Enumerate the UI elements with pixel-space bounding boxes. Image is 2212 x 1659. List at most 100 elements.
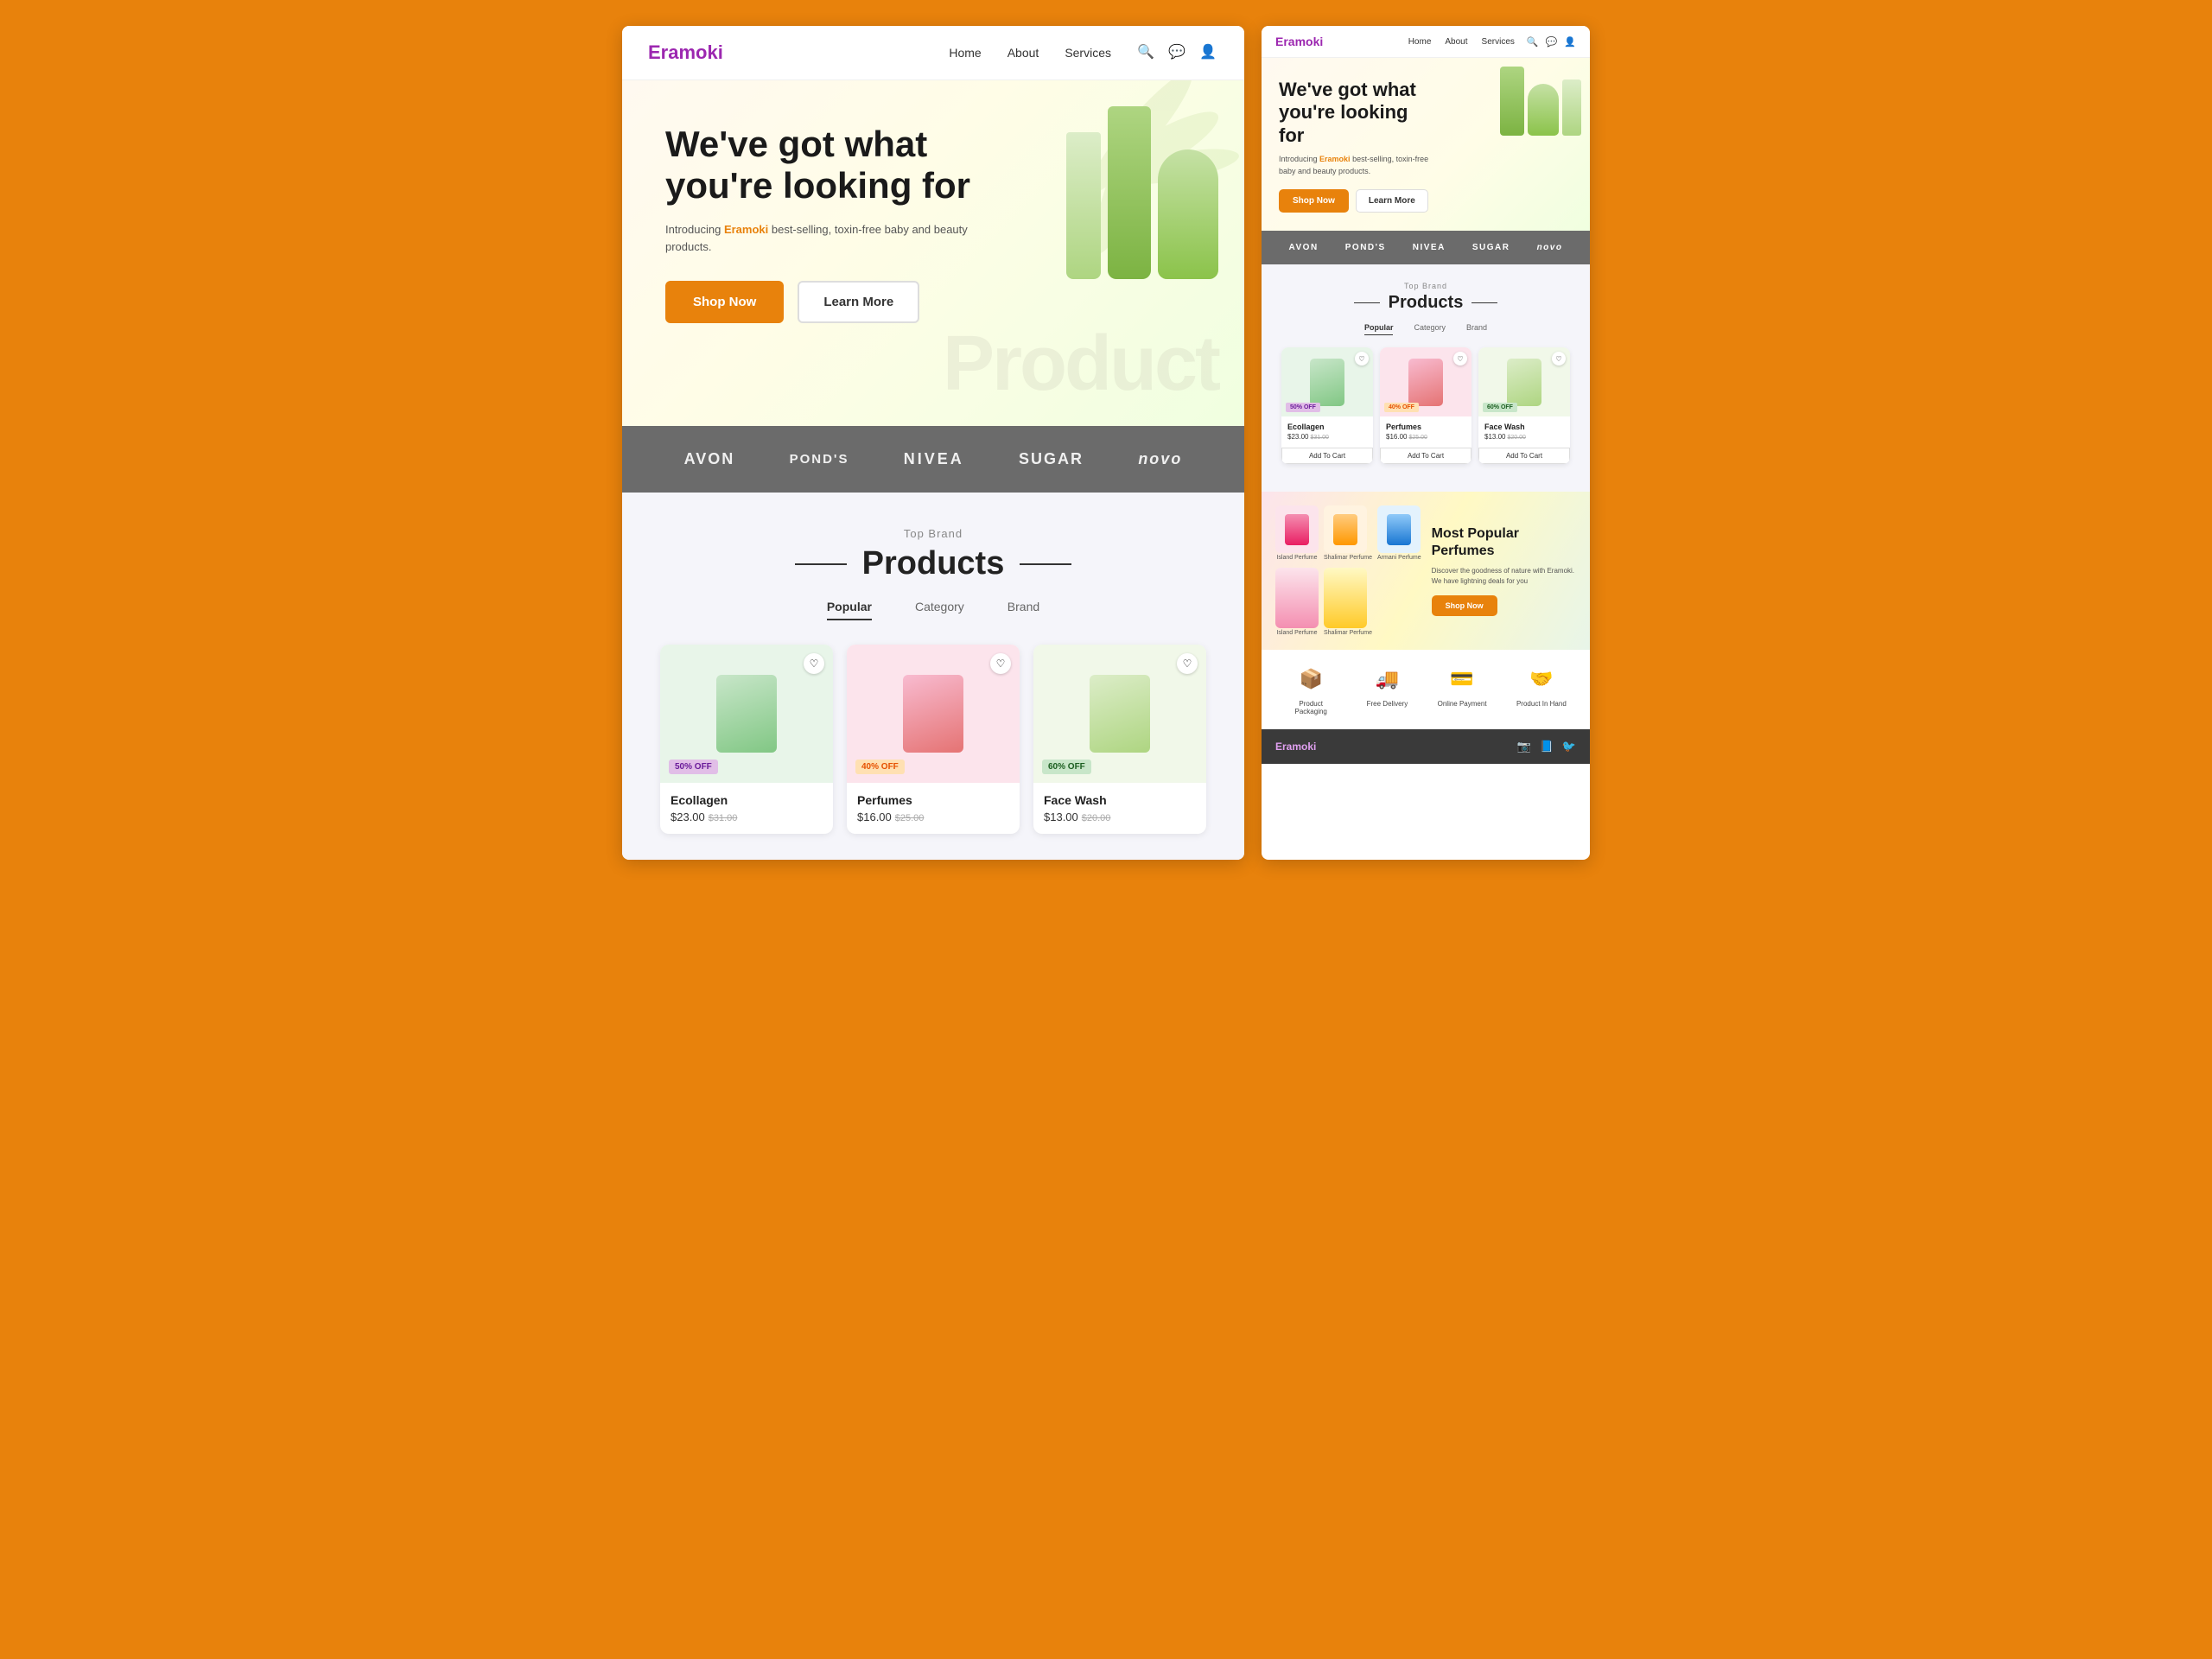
product-shape-face (1090, 675, 1150, 753)
right-nav-about[interactable]: About (1445, 37, 1467, 47)
right-learn-more-button[interactable]: Learn More (1356, 189, 1428, 213)
off-badge-perfumes: 40% OFF (855, 760, 905, 774)
right-heart-ecollagen[interactable]: ♡ (1355, 352, 1369, 365)
heart-button-ecollagen[interactable]: ♡ (804, 653, 824, 674)
feature-label-delivery: Free Delivery (1367, 700, 1408, 708)
right-card-img-facewash: 60% OFF ♡ (1478, 347, 1570, 416)
right-tab-popular[interactable]: Popular (1364, 323, 1394, 335)
right-add-cart-facewash[interactable]: Add To Cart (1478, 448, 1570, 464)
chat-icon[interactable]: 💬 (1168, 43, 1187, 62)
card-body-ecollagen: Ecollagen $23.00$31.00 (660, 783, 833, 834)
perfume-thumbs: Island Perfume Shalimar Perfume Armani P… (1275, 505, 1421, 636)
right-search-icon[interactable]: 🔍 (1527, 36, 1539, 48)
card-body-perfumes: Perfumes $16.00$25.00 (847, 783, 1020, 834)
right-brand-avon: AVON (1289, 243, 1319, 252)
right-brand-nivea: NIVEA (1413, 243, 1446, 252)
right-card-img-ecollagen: 50% OFF ♡ (1281, 347, 1373, 416)
perfume-top-row: Island Perfume Shalimar Perfume Armani P… (1275, 505, 1421, 561)
bottle-pump (1066, 132, 1101, 279)
logo: Eramoki (648, 41, 723, 64)
right-hero-title: We've got what you're looking for (1279, 79, 1434, 147)
right-add-cart-ecollagen[interactable]: Add To Cart (1281, 448, 1373, 464)
heart-button-perfumes[interactable]: ♡ (990, 653, 1011, 674)
perfume-label-island-large: Island Perfume (1275, 630, 1319, 636)
tab-popular[interactable]: Popular (827, 600, 872, 620)
right-tab-category[interactable]: Category (1414, 323, 1446, 335)
learn-more-button[interactable]: Learn More (798, 281, 919, 323)
right-product-shape-face (1507, 359, 1541, 406)
brand-nivea: NIVEA (904, 450, 964, 468)
right-heart-perfumes[interactable]: ♡ (1453, 352, 1467, 365)
hero-content: We've got what you're looking for Introd… (665, 124, 994, 323)
card-price-facewash: $13.00$20.00 (1044, 810, 1196, 823)
tab-brand[interactable]: Brand (1007, 600, 1039, 620)
instagram-icon[interactable]: 📷 (1516, 740, 1530, 753)
nav-icons: 🔍 💬 👤 (1137, 43, 1218, 62)
hand-icon: 🤝 (1526, 664, 1557, 695)
search-icon[interactable]: 🔍 (1137, 43, 1156, 62)
right-card-name-ecollagen: Ecollagen (1287, 423, 1367, 431)
card-name-ecollagen: Ecollagen (671, 793, 823, 807)
left-panel: Eramoki Home About Services 🔍 💬 👤 (622, 26, 1244, 860)
feature-label-payment: Online Payment (1438, 700, 1487, 708)
right-hero-section: We've got what you're looking for Introd… (1262, 58, 1590, 231)
right-card-price-ecollagen: $23.00$31.00 (1287, 433, 1367, 441)
twitter-icon[interactable]: 🐦 (1562, 740, 1576, 753)
user-icon[interactable]: 👤 (1199, 43, 1218, 62)
bottle-short (1158, 149, 1218, 279)
product-cards: 50% OFF ♡ Ecollagen $23.00$31.00 40% OFF (648, 645, 1218, 834)
hero-product-image (1066, 106, 1218, 279)
product-shape-perf (903, 675, 963, 753)
perfume-label-armani: Armani Perfume (1377, 555, 1421, 561)
right-brand-novo: novo (1537, 243, 1563, 252)
feature-label-packaging: Product Packaging (1285, 700, 1337, 715)
perfume-mini-blue (1387, 514, 1411, 545)
right-product-shape-eco (1310, 359, 1344, 406)
right-products-section: Top Brand Products Popular Category Bran… (1262, 264, 1590, 492)
feature-hand: 🤝 Product In Hand (1516, 664, 1567, 715)
packaging-icon: 📦 (1295, 664, 1326, 695)
shop-now-button[interactable]: Shop Now (665, 281, 784, 323)
right-section-title: Products (1275, 293, 1576, 313)
payment-icon: 💳 (1446, 664, 1478, 695)
right-shop-now-button[interactable]: Shop Now (1279, 189, 1349, 213)
card-name-facewash: Face Wash (1044, 793, 1196, 807)
card-name-perfumes: Perfumes (857, 793, 1009, 807)
brand-sugar: SUGAR (1019, 450, 1084, 468)
right-add-cart-perfumes[interactable]: Add To Cart (1380, 448, 1471, 464)
footer-logo: Eramoki (1275, 741, 1316, 753)
right-nav-home[interactable]: Home (1408, 37, 1432, 47)
off-badge-ecollagen: 50% OFF (669, 760, 718, 774)
right-logo: Eramoki (1275, 35, 1323, 48)
card-image-perfumes: 40% OFF ♡ (847, 645, 1020, 783)
right-tab-brand[interactable]: Brand (1466, 323, 1487, 335)
perfumes-shop-button[interactable]: Shop Now (1432, 595, 1497, 616)
feature-label-hand: Product In Hand (1516, 700, 1567, 708)
heart-button-facewash[interactable]: ♡ (1177, 653, 1198, 674)
right-card-price-facewash: $13.00$20.00 (1484, 433, 1564, 441)
perfumes-title: Most Popular Perfumes (1432, 525, 1576, 558)
product-card-perfumes: 40% OFF ♡ Perfumes $16.00$25.00 (847, 645, 1020, 834)
navbar: Eramoki Home About Services 🔍 💬 👤 (622, 26, 1244, 80)
product-tabs: Popular Category Brand (648, 600, 1218, 620)
nav-links: Home About Services (949, 46, 1111, 60)
nav-home[interactable]: Home (949, 46, 981, 60)
facebook-icon[interactable]: 📘 (1540, 740, 1554, 753)
right-card-name-facewash: Face Wash (1484, 423, 1564, 431)
tab-category[interactable]: Category (915, 600, 964, 620)
right-chat-icon[interactable]: 💬 (1546, 36, 1558, 48)
right-nav-services[interactable]: Services (1482, 37, 1515, 47)
right-user-icon[interactable]: 👤 (1564, 36, 1576, 48)
feature-packaging: 📦 Product Packaging (1285, 664, 1337, 715)
nav-services[interactable]: Services (1065, 46, 1111, 60)
right-product-cards: 50% OFF ♡ Ecollagen $23.00$31.00 Add To … (1275, 347, 1576, 464)
nav-about[interactable]: About (1007, 46, 1039, 60)
perfume-thumb-peach (1324, 505, 1367, 553)
right-off-ecollagen: 50% OFF (1286, 403, 1320, 412)
hero-subtitle: Introducing Eramoki best-selling, toxin-… (665, 221, 994, 257)
right-hero-subtitle: Introducing Eramoki best-selling, toxin-… (1279, 154, 1434, 177)
card-image-facewash: 60% OFF ♡ (1033, 645, 1206, 783)
right-nav-links: Home About Services (1408, 37, 1515, 47)
right-heart-facewash[interactable]: ♡ (1552, 352, 1566, 365)
right-brand-ponds: POND'S (1345, 243, 1386, 252)
